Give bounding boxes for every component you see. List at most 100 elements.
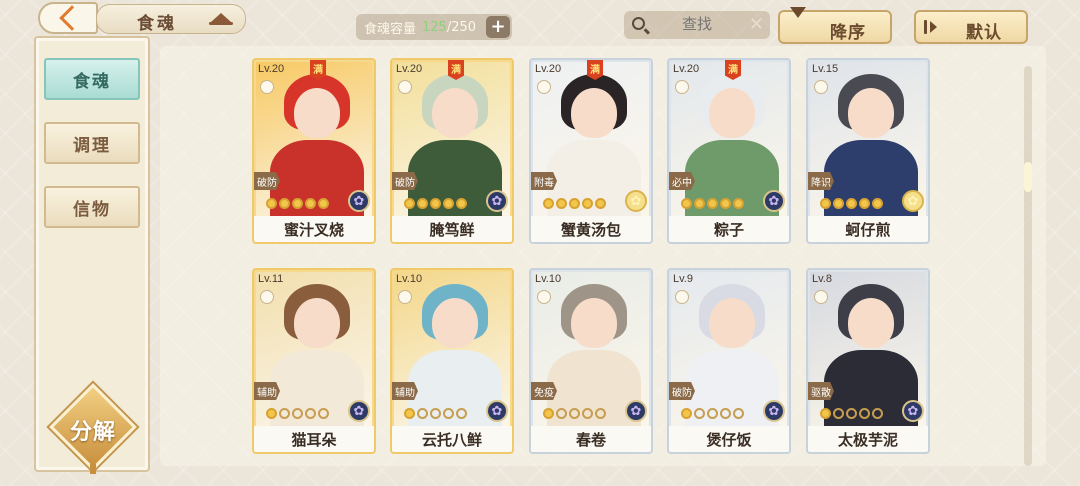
star-icon <box>694 408 705 419</box>
card-name: 煲仔饭 <box>669 426 789 452</box>
star-icon <box>681 408 692 419</box>
level-label: Lv.20 <box>673 63 700 75</box>
star-icon <box>582 408 593 419</box>
star-icon <box>846 408 857 419</box>
star-icon <box>707 198 718 209</box>
decompose-button[interactable]: 分解 <box>49 383 137 474</box>
sidebar-item-conditioning[interactable]: 调理 <box>44 122 140 164</box>
level-label: Lv.10 <box>535 273 562 285</box>
portrait-face <box>571 298 617 348</box>
clear-search-icon[interactable]: ✕ <box>749 14 764 35</box>
star-icon <box>595 408 606 419</box>
card-name: 蟹黄汤包 <box>531 216 651 242</box>
star-icon <box>707 408 718 419</box>
star-icon <box>443 408 454 419</box>
star-icon <box>456 198 467 209</box>
star-rating <box>404 408 467 419</box>
sidebar-item-token[interactable]: 信物 <box>44 186 140 228</box>
tassel-icon <box>90 464 96 474</box>
gold-flower-icon: ✿ <box>625 190 647 212</box>
sort-order-button[interactable]: 降序 <box>778 7 892 44</box>
title-plate: 食魂 <box>96 4 246 34</box>
star-icon <box>543 198 554 209</box>
scrollbar-thumb[interactable] <box>1024 162 1032 192</box>
star-icon <box>292 408 303 419</box>
star-icon <box>318 408 329 419</box>
level-label: Lv.10 <box>396 273 423 285</box>
food-soul-card[interactable]: Lv.20 满破防 ✿ 蜜汁叉烧 <box>252 58 376 244</box>
add-capacity-button[interactable]: + <box>486 16 510 38</box>
star-icon <box>266 408 277 419</box>
scrollbar[interactable] <box>1024 66 1032 466</box>
star-icon <box>694 198 705 209</box>
star-icon <box>556 408 567 419</box>
star-icon <box>720 408 731 419</box>
star-icon <box>443 198 454 209</box>
card-name: 春卷 <box>531 426 651 452</box>
sort-mode-icon <box>924 20 944 34</box>
star-icon <box>720 198 731 209</box>
blue-flower-icon: ✿ <box>348 400 370 422</box>
level-label: Lv.15 <box>812 63 839 75</box>
star-rating <box>266 198 329 209</box>
portrait-face <box>294 88 340 138</box>
food-soul-card[interactable]: Lv.8 驱散 ✿ 太极芋泥 <box>806 268 930 454</box>
level-label: Lv.20 <box>258 63 285 75</box>
portrait-face <box>571 88 617 138</box>
food-soul-card[interactable]: Lv.10 免疫 ✿ 春卷 <box>529 268 653 454</box>
star-icon <box>417 198 428 209</box>
star-rating <box>543 198 606 209</box>
star-icon <box>582 198 593 209</box>
portrait-face <box>848 88 894 138</box>
portrait-face <box>432 88 478 138</box>
star-icon <box>733 408 744 419</box>
role-tag: 附毒 <box>531 172 557 190</box>
sidebar-item-label: 调理 <box>73 135 111 156</box>
star-icon <box>543 408 554 419</box>
cup-icon <box>260 290 274 304</box>
card-name: 猫耳朵 <box>254 426 374 452</box>
role-tag: 辅助 <box>254 382 280 400</box>
cup-icon <box>537 80 551 94</box>
blue-flower-icon: ✿ <box>486 190 508 212</box>
descending-triangle-icon <box>790 7 806 37</box>
star-rating <box>681 198 744 209</box>
role-tag: 辅助 <box>392 382 418 400</box>
sort-mode-button[interactable]: 默认 <box>914 10 1028 44</box>
cup-icon <box>814 80 828 94</box>
food-soul-card[interactable]: Lv.15 降识 ✿ 蚵仔煎 <box>806 58 930 244</box>
star-rating <box>543 408 606 419</box>
food-soul-card[interactable]: Lv.11 辅助 ✿ 猫耳朵 <box>252 268 376 454</box>
blue-flower-icon: ✿ <box>763 400 785 422</box>
food-soul-card[interactable]: Lv.9 破防 ✿ 煲仔饭 <box>667 268 791 454</box>
star-icon <box>430 408 441 419</box>
portrait-face <box>709 298 755 348</box>
search-box[interactable]: ✕ <box>624 11 770 39</box>
food-soul-card[interactable]: Lv.10 辅助 ✿ 云托八鲜 <box>390 268 514 454</box>
role-tag: 必中 <box>669 172 695 190</box>
chef-hat-icon <box>209 13 233 27</box>
food-soul-card[interactable]: Lv.20 满必中 ✿ 粽子 <box>667 58 791 244</box>
card-name: 腌笃鲜 <box>392 216 512 242</box>
star-icon <box>833 198 844 209</box>
star-icon <box>556 198 567 209</box>
food-soul-card[interactable]: Lv.20 满附毒 ✿ 蟹黄汤包 <box>529 58 653 244</box>
portrait-face <box>294 298 340 348</box>
star-icon <box>305 408 316 419</box>
role-tag: 免疫 <box>531 382 557 400</box>
sidebar-item-food-soul[interactable]: 食魂 <box>44 58 140 100</box>
star-icon <box>859 198 870 209</box>
portrait-face <box>432 298 478 348</box>
star-icon <box>872 408 883 419</box>
cup-icon <box>398 80 412 94</box>
level-label: Lv.9 <box>673 273 693 285</box>
role-tag: 破防 <box>254 172 280 190</box>
star-rating <box>681 408 744 419</box>
star-icon <box>595 198 606 209</box>
food-soul-card[interactable]: Lv.20 满破防 ✿ 腌笃鲜 <box>390 58 514 244</box>
card-name: 蚵仔煎 <box>808 216 928 242</box>
search-input[interactable] <box>682 15 752 33</box>
star-rating <box>820 198 883 209</box>
back-button[interactable] <box>38 2 98 34</box>
level-label: Lv.20 <box>396 63 423 75</box>
